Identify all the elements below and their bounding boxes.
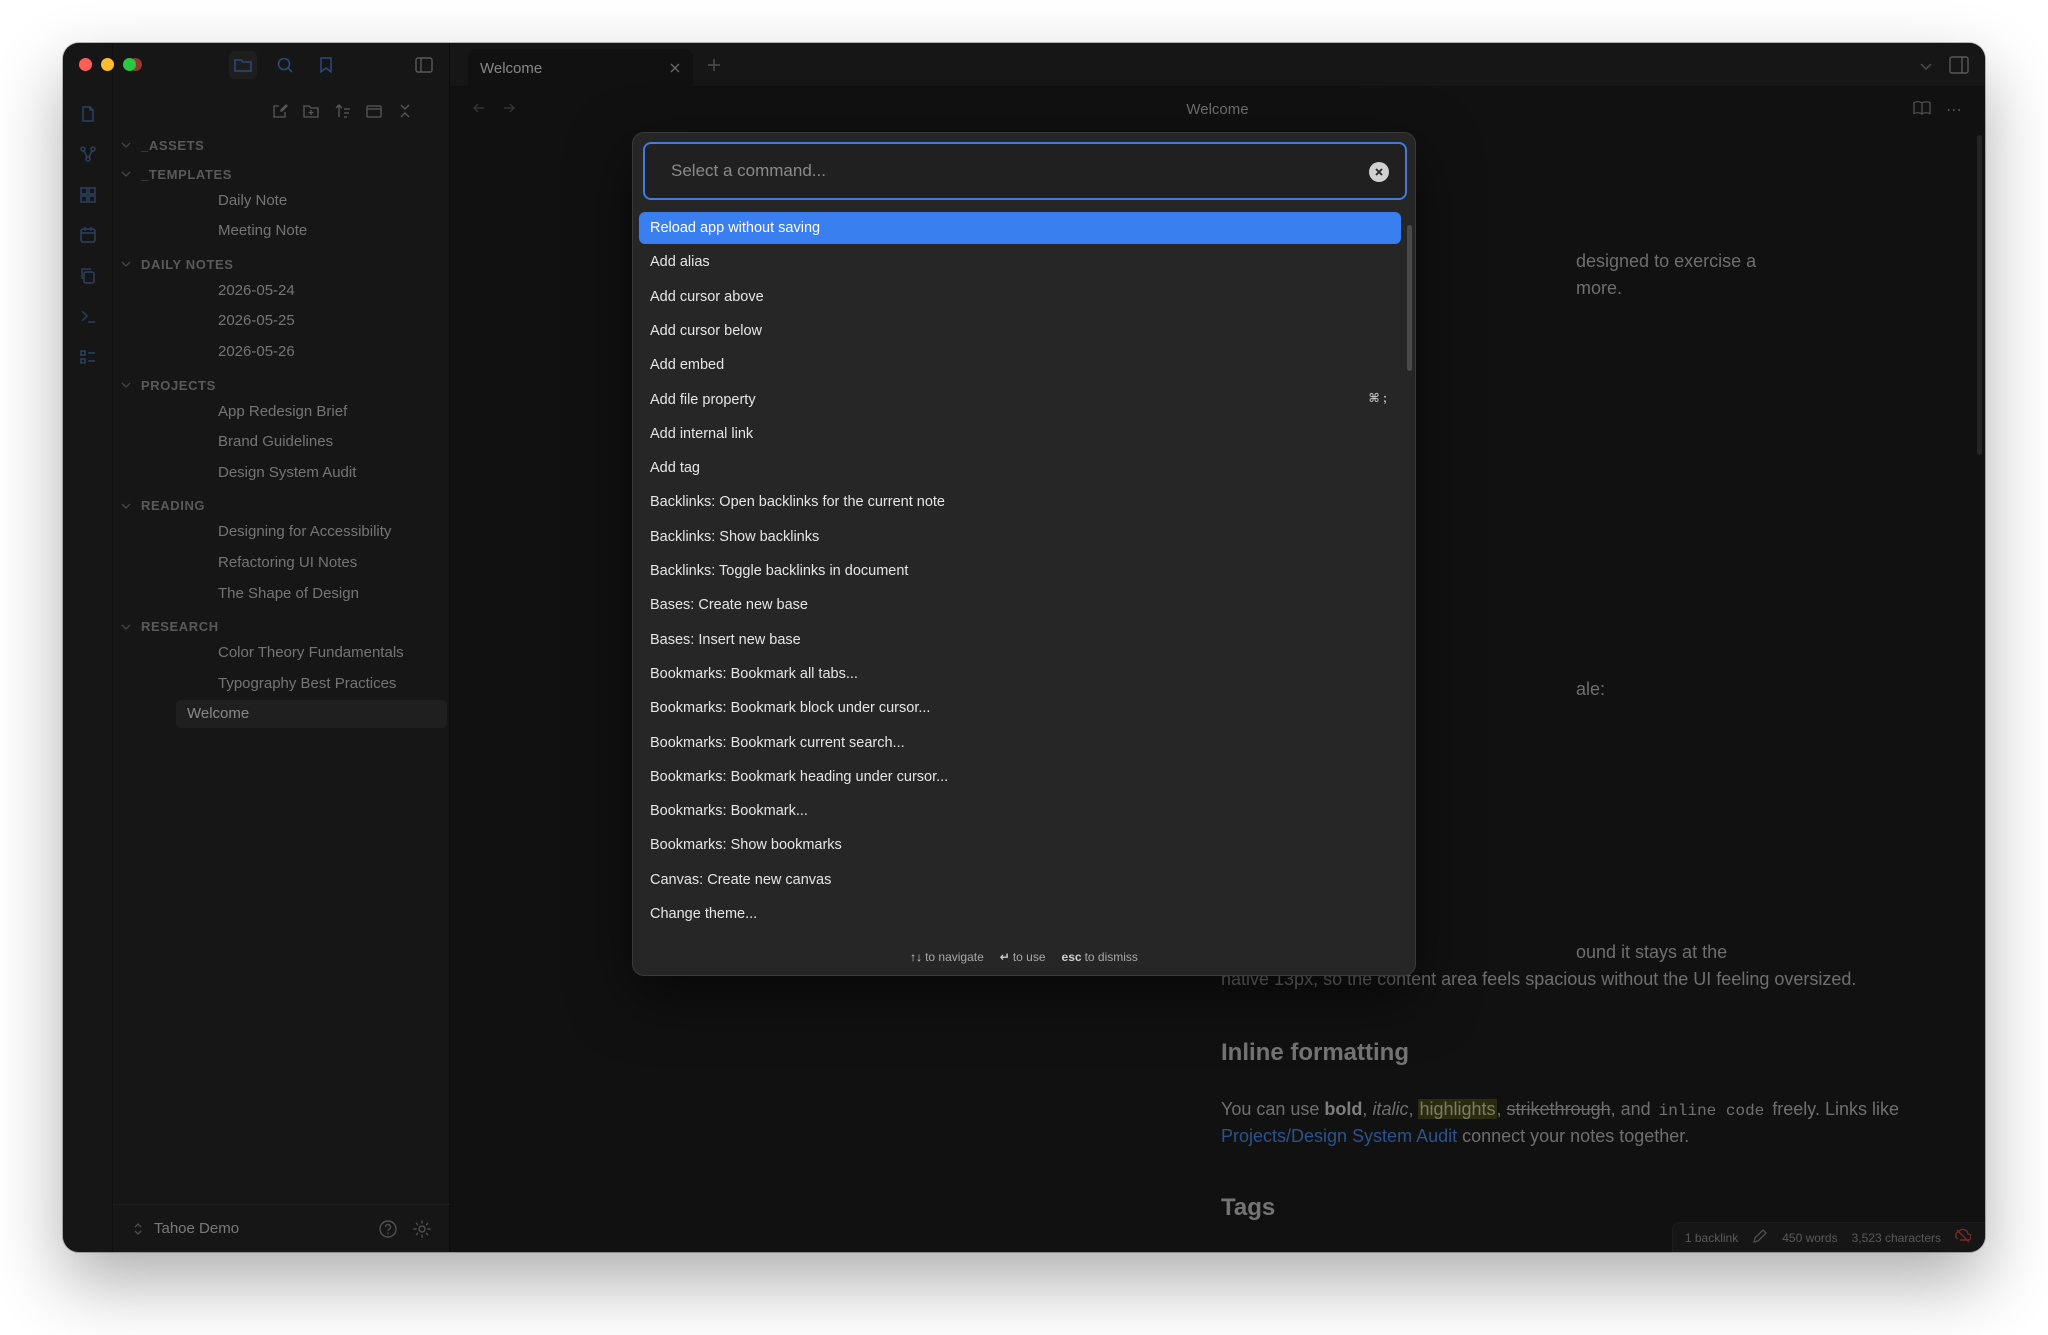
command-palette: Reload app without saving Add alias Add cu…: [632, 132, 1416, 976]
command-label: Add internal link: [650, 425, 754, 442]
command-search-box: [643, 142, 1407, 200]
palette-instructions: ↑↓ to navigate ↵ to use esc to dismiss: [633, 945, 1415, 969]
close-window-button[interactable]: [79, 58, 92, 71]
palette-scrollbar[interactable]: [1407, 225, 1412, 371]
command-item[interactable]: Add cursor above: [639, 281, 1401, 313]
command-label: Bases: Create new base: [650, 597, 808, 614]
command-item[interactable]: Reload app without saving: [639, 212, 1401, 244]
command-label: Add file property: [650, 391, 756, 408]
command-item[interactable]: Backlinks: Open backlinks for the curren…: [639, 486, 1401, 518]
instruction-use: ↵ to use: [1000, 950, 1046, 964]
key-dismiss: esc: [1061, 950, 1082, 964]
command-shortcut: ⌘ ;: [1368, 390, 1387, 405]
app-window: _ASSETS _TEMPLATES Daily Note Meeting Note D…: [63, 43, 1985, 1252]
command-item[interactable]: Add file property ⌘ ;: [639, 384, 1401, 416]
command-label: Change theme...: [650, 906, 758, 922]
command-label: Add tag: [650, 460, 700, 477]
command-item[interactable]: Backlinks: Toggle backlinks in document: [639, 555, 1401, 587]
command-label: Bookmarks: Show bookmarks: [650, 837, 842, 854]
command-item[interactable]: Add embed: [639, 349, 1401, 381]
command-label: Bases: Insert new base: [650, 631, 801, 648]
command-label: Add alias: [650, 254, 710, 271]
command-item[interactable]: Bookmarks: Bookmark...: [639, 795, 1401, 827]
key-use: ↵: [999, 950, 1010, 964]
command-item[interactable]: Add tag: [639, 452, 1401, 484]
command-label: Bookmarks: Bookmark...: [650, 803, 808, 820]
command-label: Reload app without saving: [650, 220, 821, 236]
minimize-window-button[interactable]: [101, 58, 114, 71]
command-item[interactable]: Add internal link: [639, 418, 1401, 450]
command-item[interactable]: Bookmarks: Show bookmarks: [639, 829, 1401, 861]
command-label: Add cursor below: [650, 322, 763, 339]
command-item[interactable]: Bases: Insert new base: [639, 624, 1401, 656]
label-dismiss: to dismiss: [1084, 950, 1138, 964]
command-item[interactable]: Bookmarks: Bookmark all tabs...: [639, 658, 1401, 690]
command-label: Backlinks: Show backlinks: [650, 528, 820, 545]
command-label: Bookmarks: Bookmark current search...: [650, 734, 905, 751]
command-label: Backlinks: Toggle backlinks in document: [650, 563, 909, 579]
command-item[interactable]: Bases: Create new base: [639, 589, 1401, 621]
command-label: Backlinks: Open backlinks for the curren…: [650, 494, 945, 511]
command-search-input[interactable]: [645, 144, 1405, 198]
label-use: to use: [1012, 950, 1046, 964]
command-label: Add embed: [650, 357, 725, 374]
command-label: Bookmarks: Bookmark block under cursor..…: [650, 700, 931, 717]
command-item[interactable]: Change theme...: [639, 898, 1401, 930]
command-item[interactable]: Add cursor below: [639, 315, 1401, 347]
command-item[interactable]: Canvas: Create new canvas: [639, 864, 1401, 896]
instruction-dismiss: esc to dismiss: [1062, 950, 1138, 964]
key-navigate: ↑↓: [910, 950, 923, 964]
command-label: Bookmarks: Bookmark all tabs...: [650, 665, 858, 682]
command-item[interactable]: Bookmarks: Bookmark heading under cursor…: [639, 761, 1401, 793]
instruction-navigate: ↑↓ to navigate: [910, 950, 984, 964]
command-item[interactable]: Add alias: [639, 246, 1401, 278]
command-item[interactable]: Bookmarks: Bookmark current search...: [639, 727, 1401, 759]
zoom-window-button[interactable]: [123, 58, 136, 71]
command-label: Add cursor above: [650, 288, 764, 305]
command-item[interactable]: Bookmarks: Bookmark block under cursor..…: [639, 692, 1401, 724]
command-label: Bookmarks: Bookmark heading under cursor…: [650, 768, 949, 785]
label-navigate: to navigate: [925, 950, 984, 964]
clear-search-icon[interactable]: [1369, 162, 1389, 182]
command-label: Canvas: Create new canvas: [650, 871, 832, 888]
command-item[interactable]: Backlinks: Show backlinks: [639, 521, 1401, 553]
